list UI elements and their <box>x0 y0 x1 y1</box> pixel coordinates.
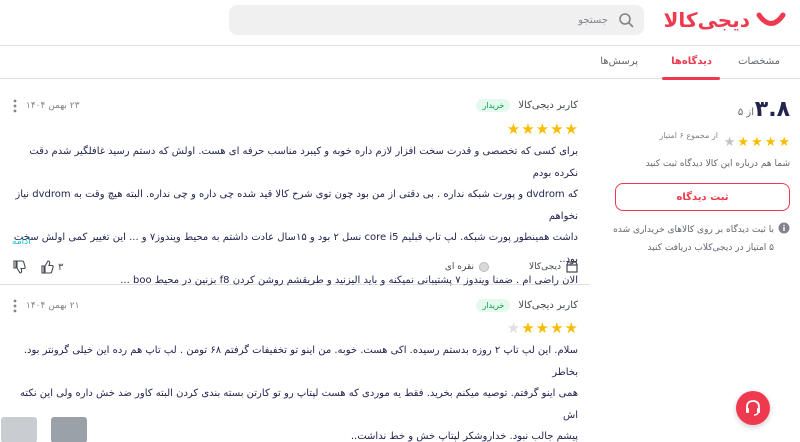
info-icon <box>778 222 790 234</box>
star-filled-icon: ★ <box>764 135 777 150</box>
rating-count: از مجموع ۶ امتیاز <box>659 131 718 140</box>
star-filled-icon: ★ <box>521 319 535 337</box>
review-stars: ★ ★ ★ ★ ★ <box>507 319 578 337</box>
star-empty-icon: ★ <box>506 319 521 337</box>
star-filled-icon: ★ <box>751 135 763 150</box>
review-date: ۲۱ بهمن ۱۴۰۴ <box>26 301 80 311</box>
review-item: کاربر دیجی‌کالا خریدار ۲۱ بهمن ۱۴۰۴ ★ ★ … <box>0 287 590 442</box>
review-line: برای کسی که تخصصی و قدرت سخت افزار لازم … <box>29 146 578 179</box>
review-footer: دیجی‌کالا نقره ای ۳ <box>0 259 590 279</box>
logo-text: دیجی‌کالا <box>663 8 750 32</box>
star-filled-icon: ★ <box>778 135 790 150</box>
thumb-down-icon <box>13 260 26 274</box>
rating-max: از ۵ <box>737 107 754 118</box>
buyer-badge: خریدار <box>476 299 511 312</box>
product-tabs: مشخصات دیدگاه‌ها پرسش‌ها <box>0 45 800 80</box>
star-filled-icon: ★ <box>550 319 564 337</box>
read-more-link[interactable]: ادامه <box>12 237 31 247</box>
star-empty-icon: ★ <box>723 135 736 150</box>
review-header: کاربر دیجی‌کالا خریدار <box>476 299 578 312</box>
search-icon <box>619 13 634 28</box>
star-filled-icon: ★ <box>521 120 535 138</box>
tab-reviews[interactable]: دیدگاه‌ها <box>671 56 712 67</box>
smile-logo-icon <box>756 12 786 26</box>
review-line: که dvdrom و پورت شبکه نداره . بی دقتی از… <box>15 189 578 222</box>
shop-icon <box>566 261 578 273</box>
average-rating: ۳.۸ <box>754 97 790 122</box>
star-filled-icon: ★ <box>535 120 550 138</box>
star-filled-icon: ★ <box>550 120 564 138</box>
club-points-info: با ثبت دیدگاه بر روی کالاهای خریداری شده… <box>610 221 790 257</box>
like-count: ۳ <box>58 261 64 273</box>
like-button[interactable]: ۳ <box>40 260 63 274</box>
color-swatch <box>479 262 490 272</box>
rating-summary: ۳.۸ از ۵ ★ ★ ★ ★ ★ از مجموع ۶ امتیاز شما… <box>605 79 800 442</box>
top-header: دیجی‌کالا جستجو <box>0 0 800 45</box>
review-line: همی اینو گرفتم. توصیه میکنم بخرید. فقط ی… <box>19 388 578 421</box>
review-hint: شما هم درباره این کالا دیدگاه ثبت کنید <box>645 159 790 169</box>
tab-specs[interactable]: مشخصات <box>738 56 780 67</box>
review-date: ۲۳ بهمن ۱۴۰۴ <box>26 101 80 111</box>
buyer-badge: خریدار <box>476 99 511 112</box>
headset-icon <box>746 400 760 416</box>
reviewer-name: کاربر دیجی‌کالا <box>518 100 578 111</box>
star-filled-icon: ★ <box>535 319 550 337</box>
search-input[interactable]: جستجو <box>229 5 644 35</box>
star-filled-icon: ★ <box>564 319 578 337</box>
thumb-up-icon <box>41 260 54 274</box>
club-points-text: با ثبت دیدگاه بر روی کالاهای خریداری شده… <box>613 225 774 253</box>
submit-review-button[interactable]: ثبت دیدگاه <box>615 183 790 211</box>
review-photo[interactable] <box>51 417 87 442</box>
review-line: سلام. این لپ تاپ ۲ روزه بدستم رسیده. اکی… <box>23 345 578 378</box>
summary-stars: ★ ★ ★ ★ ★ <box>724 135 790 150</box>
support-chat-button[interactable] <box>736 391 770 425</box>
color-name: نقره ای <box>444 262 475 272</box>
reviewer-name: کاربر دیجی‌کالا <box>518 300 578 311</box>
star-filled-icon: ★ <box>506 120 521 138</box>
review-item: کاربر دیجی‌کالا خریدار ۲۳ بهمن ۱۴۰۴ ★ ★ … <box>0 79 590 286</box>
tab-questions[interactable]: پرسش‌ها <box>600 56 638 67</box>
digikala-logo[interactable]: دیجی‌کالا <box>664 8 786 32</box>
dislike-button[interactable] <box>8 260 26 274</box>
seller-name: دیجی‌کالا <box>529 262 561 272</box>
seller-info: دیجی‌کالا نقره ای <box>445 261 578 273</box>
review-line: پیشم جالب نبود. خداروشکر لپتاپ خش و خط ن… <box>350 431 578 442</box>
more-options-icon[interactable] <box>12 98 18 114</box>
more-options-icon[interactable] <box>12 298 18 314</box>
review-photo[interactable] <box>1 417 37 442</box>
review-text: سلام. این لپ تاپ ۲ روزه بدستم رسیده. اکی… <box>8 340 578 442</box>
review-header: کاربر دیجی‌کالا خریدار <box>476 99 578 112</box>
star-filled-icon: ★ <box>564 120 578 138</box>
search-placeholder: جستجو <box>578 14 608 26</box>
review-stars: ★ ★ ★ ★ ★ <box>507 120 578 138</box>
star-filled-icon: ★ <box>737 135 750 150</box>
